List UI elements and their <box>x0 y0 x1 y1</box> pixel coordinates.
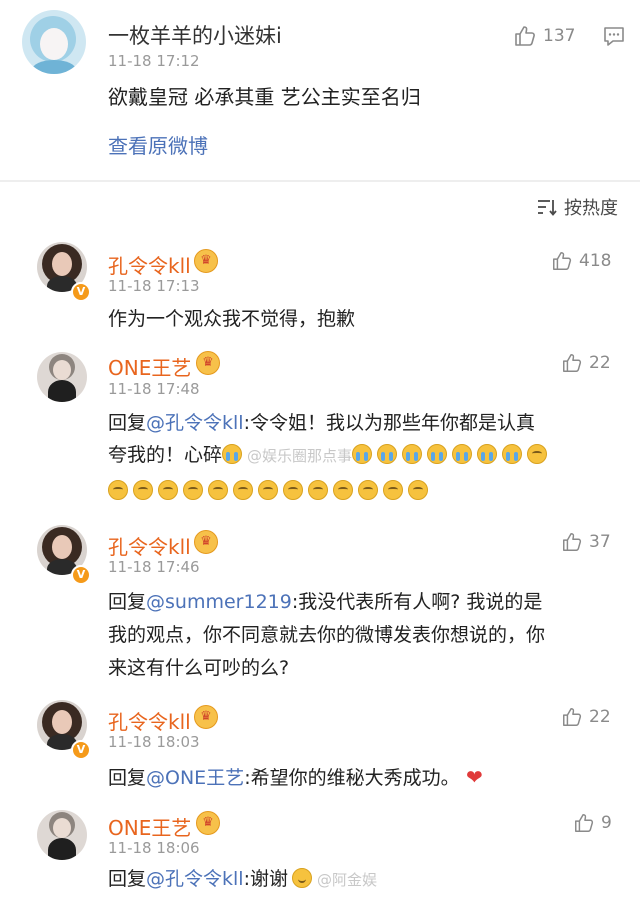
comment-like-count: 9 <box>601 813 612 833</box>
comment-like-button[interactable]: 418 <box>551 250 611 272</box>
verified-badge-icon: V <box>71 565 91 585</box>
rolling-eyes-emoji-icon <box>408 480 428 500</box>
comment-like-button[interactable]: 9 <box>573 812 612 834</box>
watermark: @阿金娱 <box>316 871 377 889</box>
original-post: 一枚羊羊的小迷妹i 11-18 17:12 137 欲戴皇冠 必承其重 艺公主实… <box>0 0 640 180</box>
sort-bar: 按热度 <box>0 182 640 230</box>
reply-text: 夸我的！心碎 <box>108 444 223 466</box>
thumbs-up-icon <box>563 708 582 726</box>
rolling-eyes-emoji-icon <box>333 480 353 500</box>
commenter-avatar[interactable] <box>37 352 87 402</box>
verified-badge-icon: V <box>71 740 91 760</box>
commenter-name[interactable]: ONE王艺 <box>108 352 191 381</box>
reply-prefix: 回复 <box>108 591 147 613</box>
vip-crown-icon: ♛ <box>194 705 218 729</box>
comment-text-line: 回复@孔令令kll:令令姐！我以为那些年你都是认真 <box>108 406 535 440</box>
crying-emoji-icon <box>502 444 523 464</box>
comment-time: 11-18 18:03 <box>108 733 200 751</box>
commenter-name[interactable]: ONE王艺 <box>108 812 191 841</box>
comment-text-line: 回复@summer1219:我没代表所有人啊? 我说的是 <box>108 585 542 619</box>
comment-time: 11-18 17:13 <box>108 277 200 295</box>
commenter-name[interactable]: 孔令令kll <box>108 250 191 279</box>
rolling-eyes-emoji-icon <box>283 480 303 500</box>
verified-badge-icon: V <box>71 282 91 302</box>
vip-crown-icon: ♛ <box>196 351 220 375</box>
comment-text-line: 我的观点，你不同意就去你的微博发表你想说的，你 <box>108 624 546 646</box>
commenter-name[interactable]: 孔令令kll <box>108 531 191 560</box>
comment-time: 11-18 18:06 <box>108 839 200 857</box>
crying-emoji-icon <box>352 444 373 464</box>
commenter-avatar[interactable] <box>37 810 87 860</box>
reply-prefix: 回复 <box>108 767 147 789</box>
post-time: 11-18 17:12 <box>108 52 200 70</box>
comment-text-line: 来这有什么可吵的么? <box>108 657 290 679</box>
comment-like-button[interactable]: 22 <box>561 706 611 728</box>
rolling-eyes-emoji-icon <box>108 480 128 500</box>
post-like-count: 137 <box>543 26 576 46</box>
rolling-eyes-emoji-icon <box>383 480 403 500</box>
comment-like-count: 22 <box>589 707 611 727</box>
comment-text: 作为一个观众我不觉得，抱歉 <box>108 308 356 330</box>
mention-link[interactable]: @孔令令kll <box>146 868 244 890</box>
reply-prefix: 回复 <box>108 868 147 890</box>
crying-emoji-icon <box>402 444 423 464</box>
sort-label: 按热度 <box>564 198 618 219</box>
rolling-eyes-emoji-icon <box>308 480 328 500</box>
mention-link[interactable]: @summer1219 <box>146 591 292 613</box>
view-original-link[interactable]: 查看原微博 <box>108 129 208 163</box>
comment-text-line: 回复@孔令令kll:谢谢 @阿金娱 <box>108 862 377 897</box>
comment-like-button[interactable]: 37 <box>561 531 611 553</box>
sort-button[interactable]: 按热度 <box>536 194 618 220</box>
reply-text: :谢谢 <box>243 868 288 890</box>
rolling-eyes-emoji-icon <box>233 480 253 500</box>
emoji-row <box>108 474 433 508</box>
thumbs-up-icon <box>575 814 594 832</box>
rolling-eyes-emoji-icon <box>527 444 548 464</box>
sort-icon <box>538 200 557 216</box>
post-like-button[interactable]: 137 <box>513 24 575 48</box>
heart-emoji-icon: ❤ <box>459 765 483 789</box>
comment-like-button[interactable]: 22 <box>561 352 611 374</box>
comment-like-count: 418 <box>579 251 612 271</box>
crying-emoji-icon <box>452 444 473 464</box>
comment-text-line: 回复@ONE王艺:希望你的维秘大秀成功。 ❤ <box>108 760 483 795</box>
reply-text: :希望你的维秘大秀成功。 <box>244 767 460 789</box>
mention-link[interactable]: @ONE王艺 <box>146 767 244 789</box>
rolling-eyes-emoji-icon <box>258 480 278 500</box>
post-text: 欲戴皇冠 必承其重 艺公主实至名归 <box>108 85 421 109</box>
rolling-eyes-emoji-icon <box>158 480 178 500</box>
thumbs-up-icon <box>563 533 582 551</box>
rolling-eyes-emoji-icon <box>208 480 228 500</box>
commenter-name[interactable]: 孔令令kll <box>108 706 191 735</box>
post-author-avatar[interactable] <box>22 10 86 74</box>
comment-like-count: 22 <box>589 353 611 373</box>
rolling-eyes-emoji-icon <box>133 480 153 500</box>
rolling-eyes-emoji-icon <box>358 480 378 500</box>
comment-time: 11-18 17:46 <box>108 558 200 576</box>
rolling-eyes-emoji-icon <box>183 480 203 500</box>
reply-prefix: 回复 <box>108 412 147 434</box>
comment-time: 11-18 17:48 <box>108 380 200 398</box>
comment-text-line: 夸我的！心碎 @娱乐圈那点事 <box>108 438 552 473</box>
crying-emoji-icon <box>377 444 398 464</box>
crying-emoji-icon <box>222 444 243 464</box>
comment-like-count: 37 <box>589 532 611 552</box>
smile-emoji-icon <box>291 868 312 888</box>
crying-emoji-icon <box>477 444 498 464</box>
thumbs-up-icon <box>553 252 572 270</box>
vip-crown-icon: ♛ <box>194 249 218 273</box>
comment-icon[interactable] <box>602 24 626 48</box>
vip-crown-icon: ♛ <box>196 811 220 835</box>
crying-emoji-icon <box>427 444 448 464</box>
watermark: @娱乐圈那点事 <box>247 447 353 465</box>
reply-text: :我没代表所有人啊? 我说的是 <box>291 591 543 613</box>
reply-text: :令令姐！我以为那些年你都是认真 <box>243 412 535 434</box>
post-author-name[interactable]: 一枚羊羊的小迷妹i <box>108 20 282 50</box>
thumbs-up-icon <box>563 354 582 372</box>
vip-crown-icon: ♛ <box>194 530 218 554</box>
mention-link[interactable]: @孔令令kll <box>146 412 244 434</box>
thumbs-up-icon <box>515 26 535 46</box>
